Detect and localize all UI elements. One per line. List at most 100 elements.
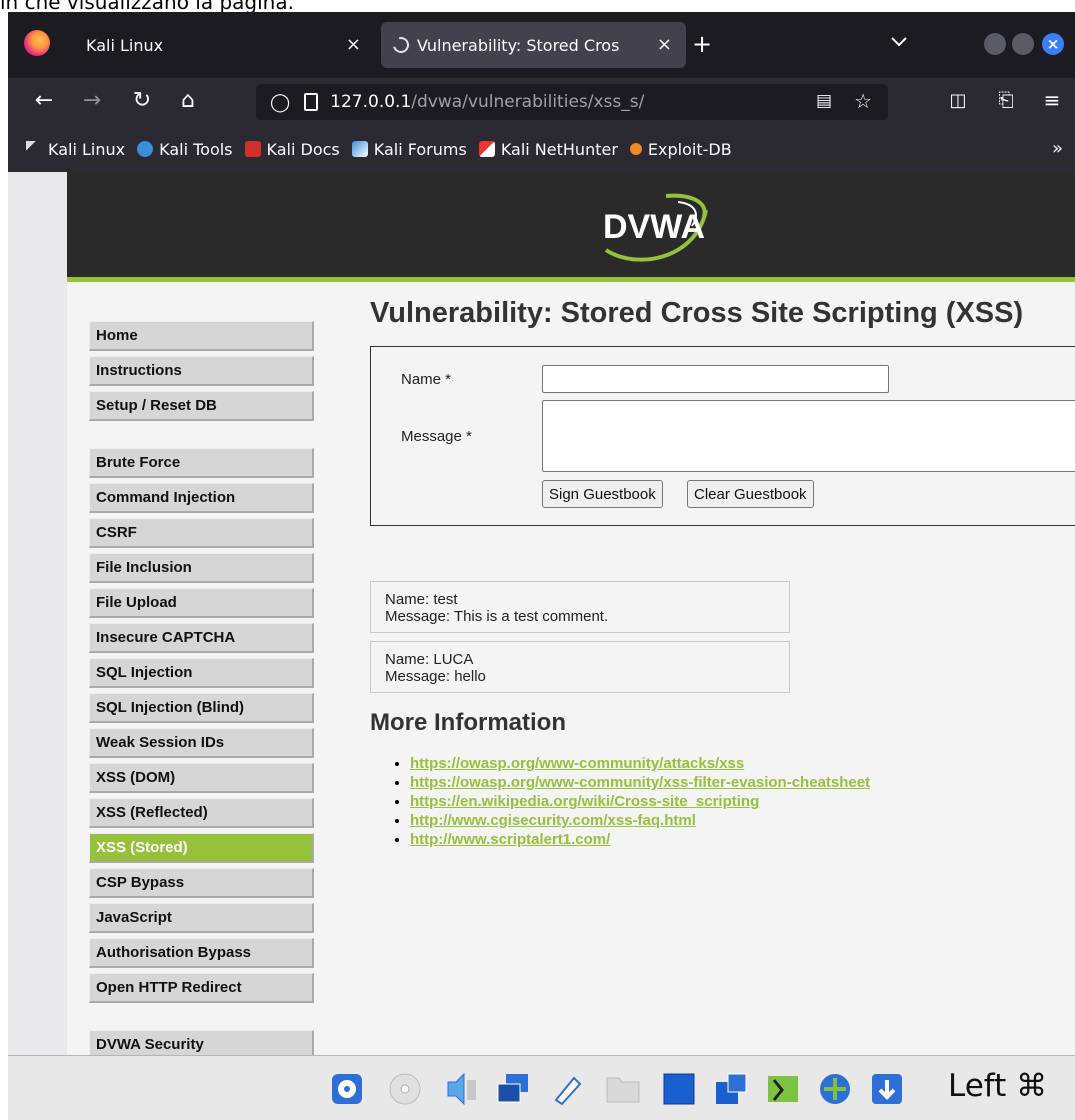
shared-folder-icon[interactable] <box>604 1070 642 1108</box>
bookmarks-toolbar: Kali Linux Kali Tools Kali Docs Kali For… <box>8 126 1075 172</box>
sidebar-item-home[interactable]: Home <box>89 321 314 351</box>
bookmark-kali-docs[interactable]: Kali Docs <box>244 140 340 159</box>
sidebar-item-xss-dom[interactable]: XSS (DOM) <box>89 763 314 793</box>
sidebar-item-command-injection[interactable]: Command Injection <box>89 483 314 513</box>
more-bookmarks-icon[interactable]: » <box>1052 138 1063 159</box>
sidebar-item-dvwa-security[interactable]: DVWA Security <box>89 1030 314 1055</box>
firefox-icon[interactable] <box>24 30 50 56</box>
reference-link[interactable]: https://owasp.org/www-community/attacks/… <box>410 755 744 772</box>
sidebar-menu: Home Instructions Setup / Reset DB Brute Fo… <box>89 321 314 1055</box>
sidebar-item-file-upload[interactable]: File Upload <box>89 588 314 618</box>
reader-view-icon[interactable]: ▤ <box>816 91 832 111</box>
new-tab-button[interactable]: + <box>692 30 712 58</box>
reference-link[interactable]: https://owasp.org/www-community/xss-filt… <box>410 774 870 791</box>
close-icon[interactable]: × <box>346 34 361 55</box>
kali-dragon-icon <box>26 141 42 157</box>
reference-link[interactable]: http://www.cgisecurity.com/xss-faq.html <box>410 812 696 829</box>
hard-disk-icon[interactable] <box>328 1070 366 1108</box>
host-key-label: Left ⌘ <box>948 1068 1048 1104</box>
menu-spacer <box>89 1008 314 1030</box>
sidebar-item-sql-injection[interactable]: SQL Injection <box>89 658 314 688</box>
list-item: https://owasp.org/www-community/attacks/… <box>410 755 1075 772</box>
url-bar[interactable]: ◯ 127.0.0.1/dvwa/vulnerabilities/xss_s/ … <box>256 84 888 120</box>
pocket-icon[interactable]: ◫ <box>944 90 972 111</box>
list-item: https://en.wikipedia.org/wiki/Cross-site… <box>410 793 1075 810</box>
usb-icon[interactable] <box>548 1070 586 1108</box>
guestbook-form: Name * Message * Sign Guestbook Clear Gu… <box>370 346 1075 526</box>
sidebar-item-csp-bypass[interactable]: CSP Bypass <box>89 868 314 898</box>
kali-docs-icon <box>244 141 261 157</box>
sidebar-item-file-inclusion[interactable]: File Inclusion <box>89 553 314 583</box>
sidebar-item-xss-stored[interactable]: XSS (Stored) <box>89 833 314 863</box>
navigation-bar: ← → ↻ ⌂ ◯ 127.0.0.1/dvwa/vulnerabilities… <box>8 78 1075 126</box>
entry-message: Message: hello <box>385 668 486 685</box>
list-item: https://owasp.org/www-community/xss-filt… <box>410 774 1075 791</box>
url-path: /dvwa/vulnerabilities/xss_s/ <box>411 92 645 112</box>
audio-icon[interactable] <box>442 1070 480 1108</box>
sidebar-item-brute-force[interactable]: Brute Force <box>89 448 314 478</box>
clear-guestbook-button[interactable]: Clear Guestbook <box>687 480 814 508</box>
tab-title: Vulnerability: Stored Cros <box>417 35 620 55</box>
list-tabs-icon[interactable] <box>890 32 908 53</box>
bookmark-exploit-db[interactable]: Exploit-DB <box>629 140 732 159</box>
forward-icon[interactable]: → <box>78 88 106 113</box>
page-info-icon[interactable] <box>304 93 319 111</box>
kali-nethunter-icon <box>478 141 495 157</box>
shield-icon[interactable]: ◯ <box>270 92 290 113</box>
name-input[interactable] <box>542 365 889 393</box>
sidebar-item-sql-injection-blind[interactable]: SQL Injection (Blind) <box>89 693 314 723</box>
recording-icon[interactable] <box>764 1070 802 1108</box>
minimize-button[interactable] <box>984 33 1006 55</box>
bookmark-kali-forums[interactable]: Kali Forums <box>351 140 467 159</box>
maximize-button[interactable] <box>1012 33 1034 55</box>
kali-tools-icon <box>137 141 154 157</box>
sidebar-item-instructions[interactable]: Instructions <box>89 356 314 386</box>
network-icon[interactable] <box>494 1070 532 1108</box>
cpu-icon[interactable] <box>816 1070 854 1108</box>
entry-name: Name: test <box>385 591 458 608</box>
screen-capture-icon[interactable] <box>712 1070 750 1108</box>
kali-forums-icon <box>351 141 368 157</box>
sidebar-item-insecure-captcha[interactable]: Insecure CAPTCHA <box>89 623 314 653</box>
dvwa-logo: DVWA <box>603 193 708 262</box>
menu-icon[interactable]: ≡ <box>1038 88 1066 112</box>
download-icon[interactable] <box>868 1070 906 1108</box>
sidebar-item-setup-reset-db[interactable]: Setup / Reset DB <box>89 391 314 421</box>
entry-name: Name: LUCA <box>385 651 474 668</box>
sidebar-item-weak-session-ids[interactable]: Weak Session IDs <box>89 728 314 758</box>
page-title: Vulnerability: Stored Cross Site Scripti… <box>370 297 1024 329</box>
name-label: Name * <box>401 371 452 388</box>
vm-status-bar: Left ⌘ <box>8 1055 1075 1120</box>
close-icon[interactable]: × <box>657 34 672 55</box>
sidebar-item-authorisation-bypass[interactable]: Authorisation Bypass <box>89 938 314 968</box>
more-information-heading: More Information <box>370 709 566 736</box>
message-textarea[interactable] <box>542 400 1075 472</box>
extensions-icon[interactable]: ⎗ <box>992 89 1020 111</box>
home-icon[interactable]: ⌂ <box>174 88 202 113</box>
bookmark-kali-nethunter[interactable]: Kali NetHunter <box>478 140 618 159</box>
guestbook-entries: Name: test Message: This is a test comme… <box>370 581 1075 693</box>
page-gutter <box>8 172 67 1055</box>
dvwa-header: DVWA <box>67 172 1075 282</box>
close-window-button[interactable]: × <box>1042 33 1064 55</box>
tab-bar: Kali Linux × Vulnerability: Stored Cros … <box>8 12 1075 78</box>
display-icon[interactable] <box>660 1070 698 1108</box>
sidebar-item-xss-reflected[interactable]: XSS (Reflected) <box>89 798 314 828</box>
sign-guestbook-button[interactable]: Sign Guestbook <box>542 480 663 508</box>
loading-icon <box>390 34 412 56</box>
optical-drive-icon[interactable] <box>386 1070 424 1108</box>
list-item: http://www.cgisecurity.com/xss-faq.html <box>410 812 1075 829</box>
bookmark-kali-tools[interactable]: Kali Tools <box>137 140 233 159</box>
bookmark-star-icon[interactable]: ☆ <box>854 89 872 113</box>
reference-link[interactable]: http://www.scriptalert1.com/ <box>410 831 610 848</box>
tab-kali-linux[interactable]: Kali Linux × <box>70 22 375 68</box>
bookmark-kali-linux[interactable]: Kali Linux <box>26 140 125 159</box>
menu-spacer <box>89 426 314 448</box>
tab-stored-xss[interactable]: Vulnerability: Stored Cros × <box>381 22 686 68</box>
sidebar-item-javascript[interactable]: JavaScript <box>89 903 314 933</box>
back-icon[interactable]: ← <box>30 88 58 113</box>
reload-icon[interactable]: ↻ <box>128 88 156 113</box>
sidebar-item-open-http-redirect[interactable]: Open HTTP Redirect <box>89 973 314 1003</box>
reference-link[interactable]: https://en.wikipedia.org/wiki/Cross-site… <box>410 793 759 810</box>
sidebar-item-csrf[interactable]: CSRF <box>89 518 314 548</box>
